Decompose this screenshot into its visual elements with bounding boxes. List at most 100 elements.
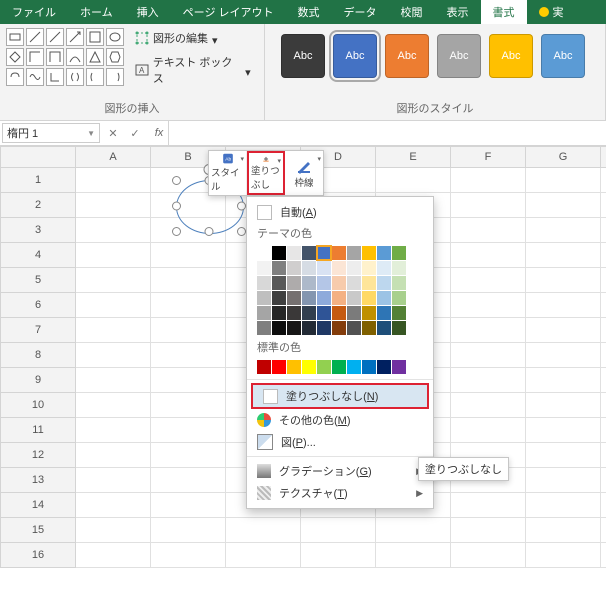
resize-handle[interactable] xyxy=(172,176,181,185)
cell[interactable] xyxy=(151,518,226,543)
theme-color[interactable] xyxy=(362,246,376,260)
cell[interactable] xyxy=(76,168,151,193)
text-box-button[interactable]: A テキスト ボックス ▾ xyxy=(130,52,258,88)
cell[interactable] xyxy=(151,443,226,468)
cell[interactable] xyxy=(526,293,601,318)
resize-handle[interactable] xyxy=(172,227,181,236)
fill-auto[interactable]: 自動(A) xyxy=(247,201,433,223)
theme-color[interactable] xyxy=(257,321,271,335)
theme-color[interactable] xyxy=(392,291,406,305)
theme-color[interactable] xyxy=(257,246,271,260)
col-header[interactable]: A xyxy=(76,147,151,168)
cell[interactable] xyxy=(76,193,151,218)
style-swatch[interactable]: Abc xyxy=(541,34,585,78)
cell[interactable] xyxy=(601,393,606,418)
cell[interactable] xyxy=(601,443,606,468)
col-header[interactable]: G xyxy=(526,147,601,168)
standard-color[interactable] xyxy=(347,360,361,374)
style-swatch[interactable]: Abc xyxy=(333,34,377,78)
fill-none[interactable]: 塗りつぶしなし(N) xyxy=(253,385,427,407)
chevron-down-icon[interactable]: ▼ xyxy=(87,129,95,138)
cell[interactable] xyxy=(526,368,601,393)
cell[interactable] xyxy=(301,518,376,543)
theme-color[interactable] xyxy=(287,306,301,320)
cell[interactable] xyxy=(601,468,606,493)
theme-color[interactable] xyxy=(332,261,346,275)
row-header[interactable]: 3 xyxy=(1,218,76,243)
cell[interactable] xyxy=(76,343,151,368)
theme-color[interactable] xyxy=(377,276,391,290)
row-header[interactable]: 5 xyxy=(1,268,76,293)
tab-review[interactable]: 校閲 xyxy=(389,0,435,24)
resize-handle[interactable] xyxy=(205,227,214,236)
cell[interactable] xyxy=(601,193,606,218)
theme-color[interactable] xyxy=(362,291,376,305)
cell[interactable] xyxy=(601,368,606,393)
theme-color[interactable] xyxy=(317,291,331,305)
fx-button[interactable]: fx xyxy=(146,127,168,139)
standard-color[interactable] xyxy=(362,360,376,374)
cell[interactable] xyxy=(601,318,606,343)
theme-color[interactable] xyxy=(272,306,286,320)
cell[interactable] xyxy=(526,168,601,193)
theme-color[interactable] xyxy=(302,276,316,290)
theme-color[interactable] xyxy=(302,246,316,260)
style-swatch[interactable]: Abc xyxy=(385,34,429,78)
cell[interactable] xyxy=(526,443,601,468)
cell[interactable] xyxy=(601,218,606,243)
theme-color[interactable] xyxy=(362,306,376,320)
cell[interactable] xyxy=(376,518,451,543)
standard-color[interactable] xyxy=(287,360,301,374)
theme-color[interactable] xyxy=(377,306,391,320)
style-gallery[interactable]: AbcAbcAbcAbcAbcAbc xyxy=(271,28,599,84)
cell[interactable] xyxy=(151,343,226,368)
cell[interactable] xyxy=(451,193,526,218)
theme-color[interactable] xyxy=(302,321,316,335)
cell[interactable] xyxy=(76,368,151,393)
theme-color[interactable] xyxy=(362,276,376,290)
fill-more-colors[interactable]: その他の色(M) xyxy=(247,409,433,431)
cell[interactable] xyxy=(151,493,226,518)
row-header[interactable]: 8 xyxy=(1,343,76,368)
cell[interactable] xyxy=(601,543,606,568)
theme-color[interactable] xyxy=(257,261,271,275)
tab-insert[interactable]: 挿入 xyxy=(125,0,171,24)
cell[interactable] xyxy=(601,343,606,368)
theme-color[interactable] xyxy=(272,321,286,335)
standard-color[interactable] xyxy=(272,360,286,374)
cell[interactable] xyxy=(526,243,601,268)
theme-color[interactable] xyxy=(377,261,391,275)
mini-border-button[interactable]: ▾ 枠線 xyxy=(285,151,323,195)
theme-color[interactable] xyxy=(347,291,361,305)
theme-color[interactable] xyxy=(332,321,346,335)
standard-color[interactable] xyxy=(392,360,406,374)
cell[interactable] xyxy=(151,268,226,293)
cell[interactable] xyxy=(526,218,601,243)
cell[interactable] xyxy=(76,493,151,518)
theme-color[interactable] xyxy=(362,261,376,275)
style-swatch[interactable]: Abc xyxy=(281,34,325,78)
select-all-corner[interactable] xyxy=(1,147,76,168)
theme-color[interactable] xyxy=(257,291,271,305)
theme-color[interactable] xyxy=(332,276,346,290)
row-header[interactable]: 16 xyxy=(1,543,76,568)
enter-button[interactable]: ✓ xyxy=(124,127,146,140)
cell[interactable] xyxy=(526,518,601,543)
cell[interactable] xyxy=(376,168,451,193)
row-header[interactable]: 11 xyxy=(1,418,76,443)
cell[interactable] xyxy=(151,368,226,393)
theme-color[interactable] xyxy=(302,291,316,305)
cell[interactable] xyxy=(601,493,606,518)
theme-color[interactable] xyxy=(362,321,376,335)
theme-color[interactable] xyxy=(332,246,346,260)
theme-color[interactable] xyxy=(317,276,331,290)
cell[interactable] xyxy=(151,543,226,568)
theme-color[interactable] xyxy=(377,291,391,305)
theme-color[interactable] xyxy=(287,276,301,290)
tab-page-layout[interactable]: ページ レイアウト xyxy=(171,0,286,24)
col-header[interactable]: E xyxy=(376,147,451,168)
fill-picture[interactable]: 図(P)... xyxy=(247,431,433,453)
standard-color[interactable] xyxy=(257,360,271,374)
theme-color[interactable] xyxy=(287,246,301,260)
cell[interactable] xyxy=(151,318,226,343)
